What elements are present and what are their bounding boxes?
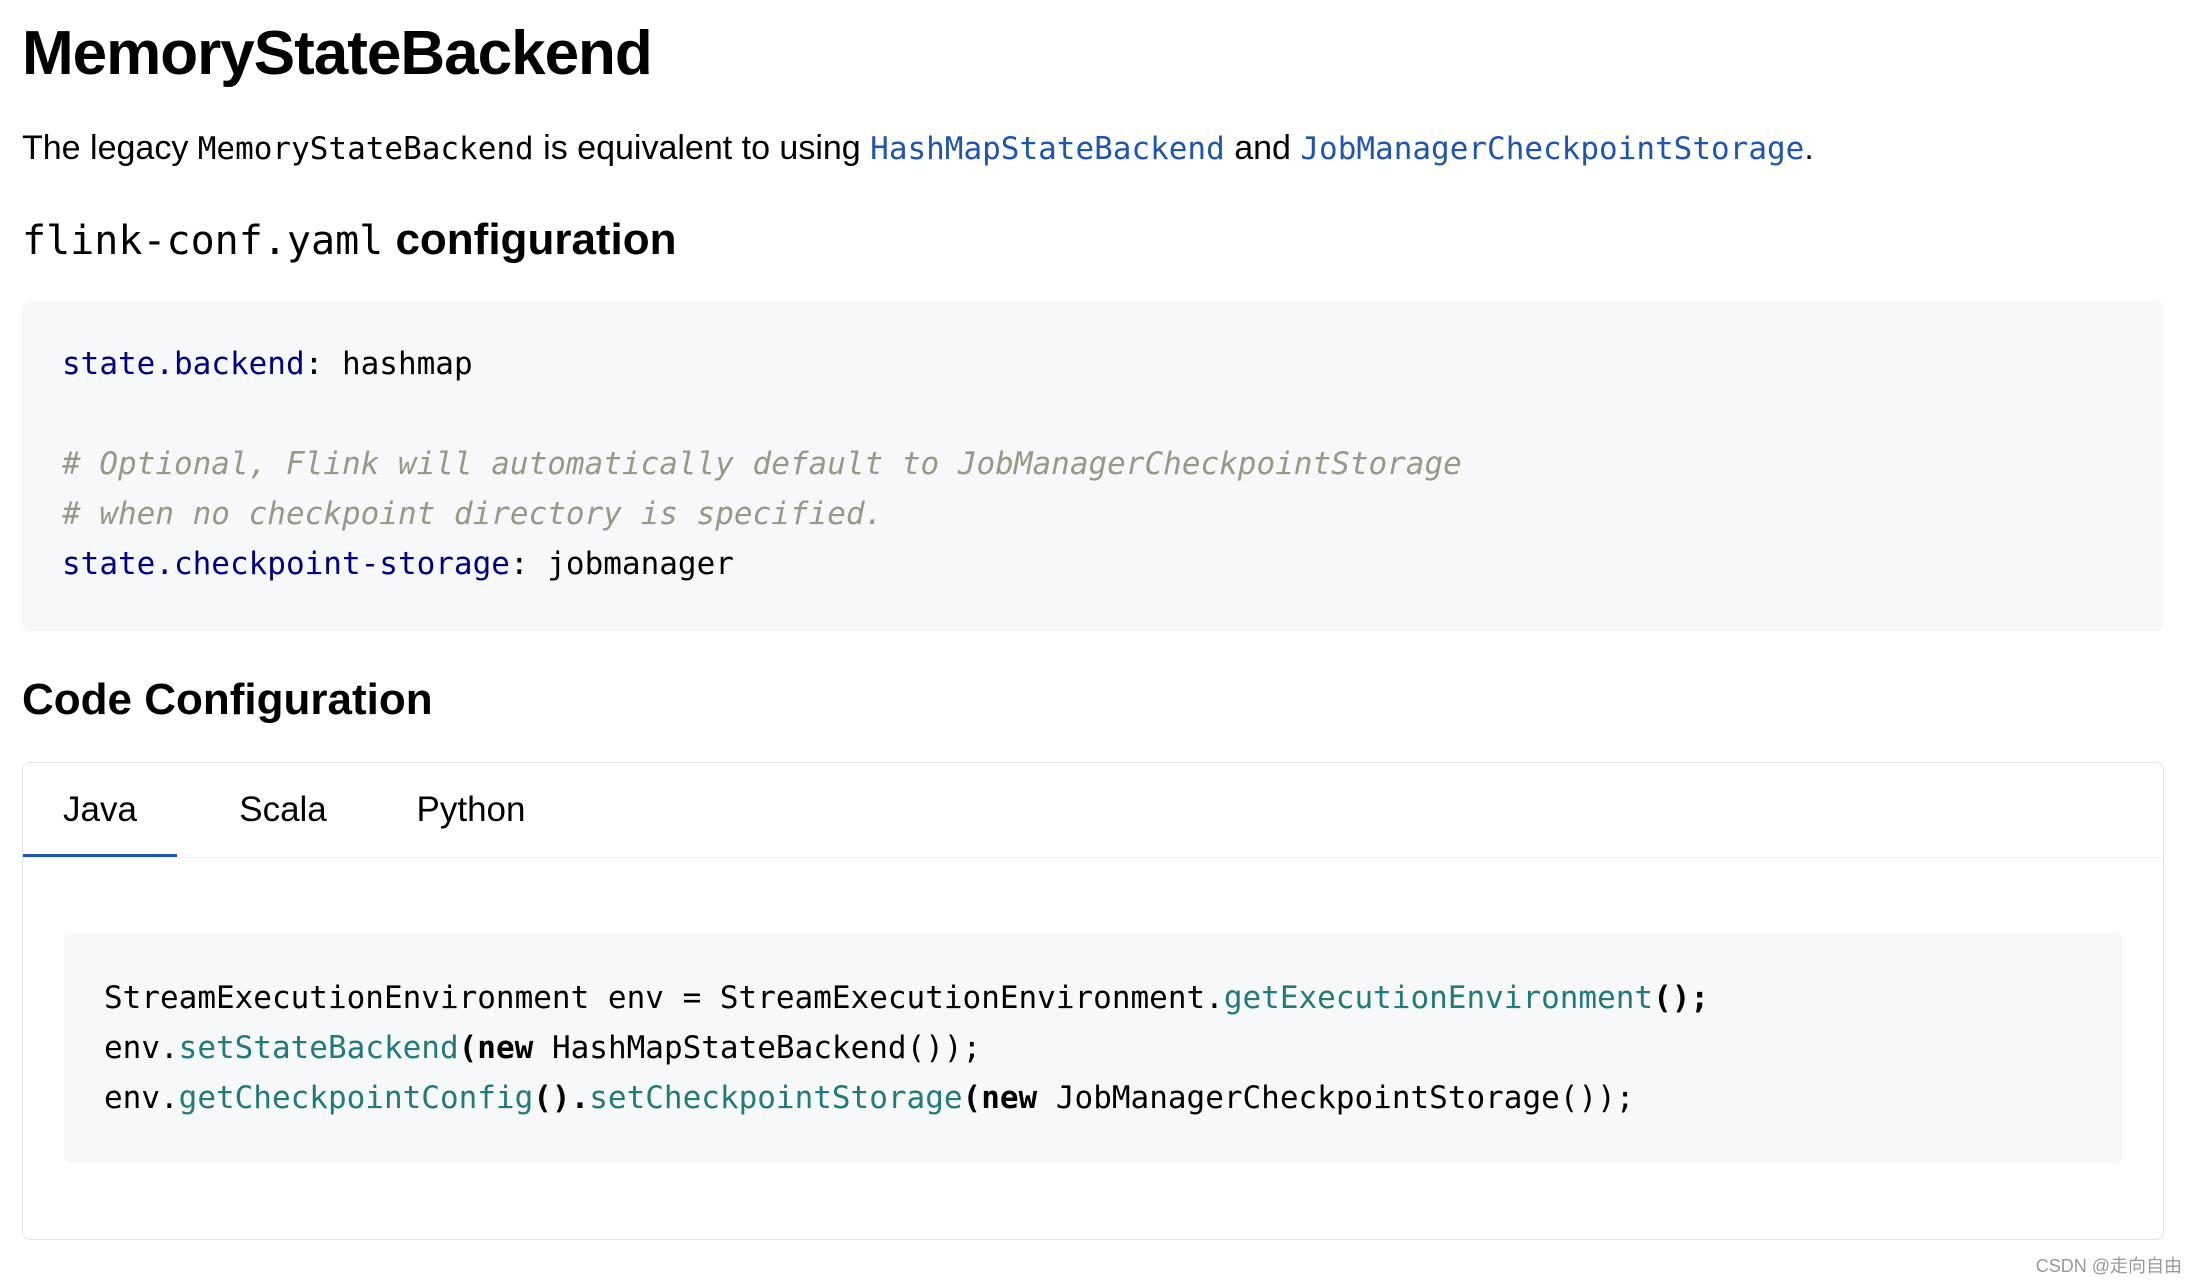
code-text: StreamExecutionEnvironment env = StreamE… <box>104 980 1224 1016</box>
code-keyword: new <box>477 1030 534 1066</box>
hashmap-state-backend-link[interactable]: HashMapStateBackend <box>870 131 1225 167</box>
intro-paragraph: The legacy MemoryStateBackend is equival… <box>22 120 1814 177</box>
yaml-config-heading: flink-conf.yaml configuration <box>22 210 677 271</box>
intro-text-end: . <box>1804 129 1814 167</box>
code-text: env. <box>104 1030 179 1066</box>
yaml-code-block: state.backend: hashmap # Optional, Flink… <box>22 301 2164 631</box>
language-tabs: Java Scala Python <box>23 763 2163 858</box>
tab-java[interactable]: Java <box>23 763 177 857</box>
code-text: HashMapStateBackend()); <box>533 1030 982 1066</box>
code-text: (). <box>533 1080 590 1116</box>
code-config-heading: Code Configuration <box>22 675 433 724</box>
code-text: (); <box>1653 980 1710 1016</box>
intro-text-and: and <box>1224 129 1301 167</box>
code-method: getCheckpointConfig <box>178 1080 534 1116</box>
yaml-blank-line <box>62 389 2124 439</box>
page-title: MemoryStateBackend <box>22 19 653 88</box>
yaml-key: state.checkpoint-storage <box>62 546 510 582</box>
code-method: setCheckpointStorage <box>589 1080 963 1116</box>
java-line-2: env.setStateBackend(new HashMapStateBack… <box>104 1023 2082 1073</box>
tab-scala[interactable]: Scala <box>209 763 357 857</box>
yaml-line-2: state.checkpoint-storage: jobmanager <box>62 539 2124 589</box>
code-text: env. <box>104 1080 179 1116</box>
code-method: getExecutionEnvironment <box>1223 980 1654 1016</box>
code-text: JobManagerCheckpointStorage()); <box>1037 1080 1635 1116</box>
code-text: ( <box>458 1030 478 1066</box>
java-line-1: StreamExecutionEnvironment env = StreamE… <box>104 973 2082 1023</box>
jobmanager-checkpoint-storage-link[interactable]: JobManagerCheckpointStorage <box>1300 131 1804 167</box>
tab-python[interactable]: Python <box>387 763 555 857</box>
code-keyword: new <box>981 1080 1038 1116</box>
java-line-3: env.getCheckpointConfig().setCheckpointS… <box>104 1073 2082 1123</box>
java-code-block: StreamExecutionEnvironment env = StreamE… <box>64 933 2122 1163</box>
yaml-value: : jobmanager <box>509 546 734 582</box>
code-method: setStateBackend <box>178 1030 459 1066</box>
yaml-key: state.backend <box>62 346 305 382</box>
yaml-value: : hashmap <box>304 346 473 382</box>
yaml-comment-1: # Optional, Flink will automatically def… <box>62 446 1462 482</box>
csdn-watermark: CSDN @走向自由 <box>2035 1256 2182 1276</box>
intro-text-mid: is equivalent to using <box>533 129 871 167</box>
yaml-comment-2: # when no checkpoint directory is specif… <box>62 496 884 532</box>
yaml-file-name: flink-conf.yaml <box>22 218 384 264</box>
code-text: ( <box>962 1080 982 1116</box>
intro-class-name: MemoryStateBackend <box>197 131 534 167</box>
intro-text-pre: The legacy <box>22 129 198 167</box>
yaml-heading-word: configuration <box>383 215 677 264</box>
code-tab-panel: Java Scala Python StreamExecutionEnviron… <box>22 762 2164 1240</box>
yaml-line-1: state.backend: hashmap <box>62 339 2124 389</box>
